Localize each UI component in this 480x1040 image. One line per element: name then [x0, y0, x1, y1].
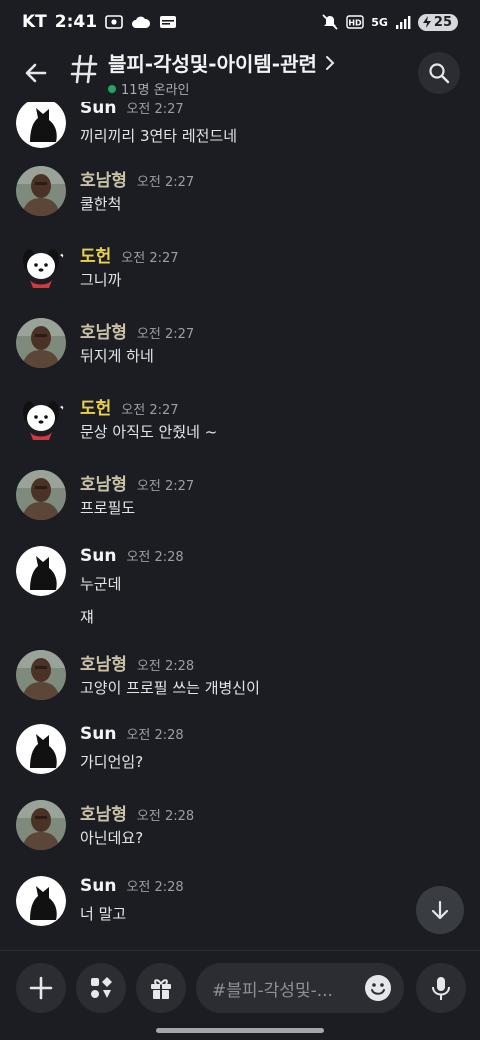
network-label: 5G: [371, 15, 388, 29]
cloud-icon: [131, 14, 151, 30]
search-icon: [429, 63, 450, 84]
mute-icon: [321, 13, 339, 31]
microphone-icon: [432, 977, 450, 1000]
attach-button[interactable]: [16, 963, 66, 1013]
pochacco-avatar[interactable]: [16, 242, 66, 292]
plus-icon: [29, 976, 53, 1000]
apps-button[interactable]: [76, 963, 126, 1013]
message-text: 뒤지게 하네: [80, 347, 154, 365]
message-input[interactable]: #블피-각성및-...: [196, 963, 404, 1013]
message-text: 고양이 프로필 쓰는 개병신이: [80, 679, 260, 697]
apps-icon: [91, 977, 112, 998]
status-bar: KT 2:41 HD 5G 25: [0, 0, 480, 44]
back-arrow-icon: [25, 63, 47, 83]
message-text: 누군데: [80, 575, 122, 593]
message-text: 그니까: [80, 271, 122, 289]
screen-record-icon: [105, 14, 123, 30]
message-text: 프로필도: [80, 499, 136, 517]
hd-icon: HD: [346, 15, 364, 29]
message-author[interactable]: 도헌: [80, 394, 111, 419]
message-author[interactable]: 도헌: [80, 242, 111, 267]
cat-avatar[interactable]: [16, 876, 66, 926]
emoji-icon[interactable]: [364, 974, 392, 1002]
message-text: 아닌데요?: [80, 829, 144, 847]
message-text: 너 말고: [80, 905, 127, 923]
message-timestamp: 오전 2:27: [121, 251, 179, 266]
scroll-to-bottom-button[interactable]: [416, 886, 464, 934]
cat-avatar[interactable]: [16, 102, 66, 148]
clock: 2:41: [54, 12, 98, 32]
message-author[interactable]: 호남형: [80, 470, 127, 495]
message-author[interactable]: 호남형: [80, 800, 127, 825]
gift-icon: [151, 979, 171, 999]
message-timestamp: 오전 2:28: [126, 550, 184, 565]
signal-icon: [395, 15, 411, 29]
message-timestamp: 오전 2:27: [126, 102, 184, 117]
message-timestamp: 오전 2:27: [136, 327, 195, 342]
message-timestamp: 오전 2:28: [136, 809, 195, 824]
photo-avatar[interactable]: [16, 800, 66, 850]
photo-avatar[interactable]: [16, 470, 66, 520]
photo-avatar[interactable]: [16, 650, 66, 700]
hash-icon: [70, 54, 100, 92]
message-text: 끼리끼리 3연타 레전드네: [80, 127, 238, 145]
message-timestamp: 오전 2:27: [121, 403, 179, 418]
message-text: 쟤: [80, 608, 94, 626]
message-author[interactable]: Sun: [80, 724, 116, 744]
gift-button[interactable]: [136, 963, 186, 1013]
message-composer: #블피-각성및-...: [0, 950, 480, 1040]
online-status-dot: [108, 84, 116, 93]
message-timestamp: 오전 2:27: [136, 479, 195, 494]
arrow-down-icon: [431, 900, 449, 920]
card-icon: [159, 15, 177, 29]
message-author[interactable]: 호남형: [80, 650, 127, 675]
channel-header: 블피-각성및-아이템-관련 11명 온라인: [0, 44, 480, 102]
home-indicator[interactable]: [156, 1028, 324, 1033]
message-author[interactable]: Sun: [80, 546, 116, 566]
message-author[interactable]: Sun: [80, 876, 116, 896]
message-author[interactable]: Sun: [80, 102, 116, 118]
message-text: 문상 아직도 안줬네 ~: [80, 423, 218, 441]
message-text: 가디언임?: [80, 753, 144, 771]
message-input-placeholder: #블피-각성및-...: [212, 980, 333, 1001]
message-text: 쿨한척: [80, 195, 122, 213]
battery-level: 25: [433, 14, 452, 30]
chevron-right-icon: [325, 55, 335, 70]
carrier-label: KT: [22, 12, 47, 32]
online-count: 11명 온라인: [121, 83, 190, 98]
cat-avatar[interactable]: [16, 546, 66, 596]
photo-avatar[interactable]: [16, 166, 66, 216]
photo-avatar[interactable]: [16, 318, 66, 368]
message-timestamp: 오전 2:28: [126, 880, 184, 895]
channel-title-block[interactable]: 블피-각성및-아이템-관련 11명 온라인: [108, 48, 335, 98]
pochacco-avatar[interactable]: [16, 394, 66, 444]
cat-avatar[interactable]: [16, 724, 66, 774]
svg-text:HD: HD: [349, 19, 363, 28]
message-list[interactable]: ✦ Sun오전 2:27끼리끼리 3연타 레전드네호남형오전 2:27쿨한척도헌…: [0, 102, 480, 950]
message-timestamp: 오전 2:28: [136, 659, 195, 674]
message-author[interactable]: 호남형: [80, 166, 127, 191]
message-timestamp: 오전 2:27: [136, 175, 195, 190]
channel-title: 블피-각성및-아이템-관련: [108, 52, 317, 76]
search-button[interactable]: [418, 52, 460, 94]
message-timestamp: 오전 2:28: [126, 728, 184, 743]
voice-button[interactable]: [416, 963, 466, 1013]
back-button[interactable]: [14, 51, 58, 95]
battery-indicator: 25: [417, 13, 458, 31]
message-author[interactable]: 호남형: [80, 318, 127, 343]
